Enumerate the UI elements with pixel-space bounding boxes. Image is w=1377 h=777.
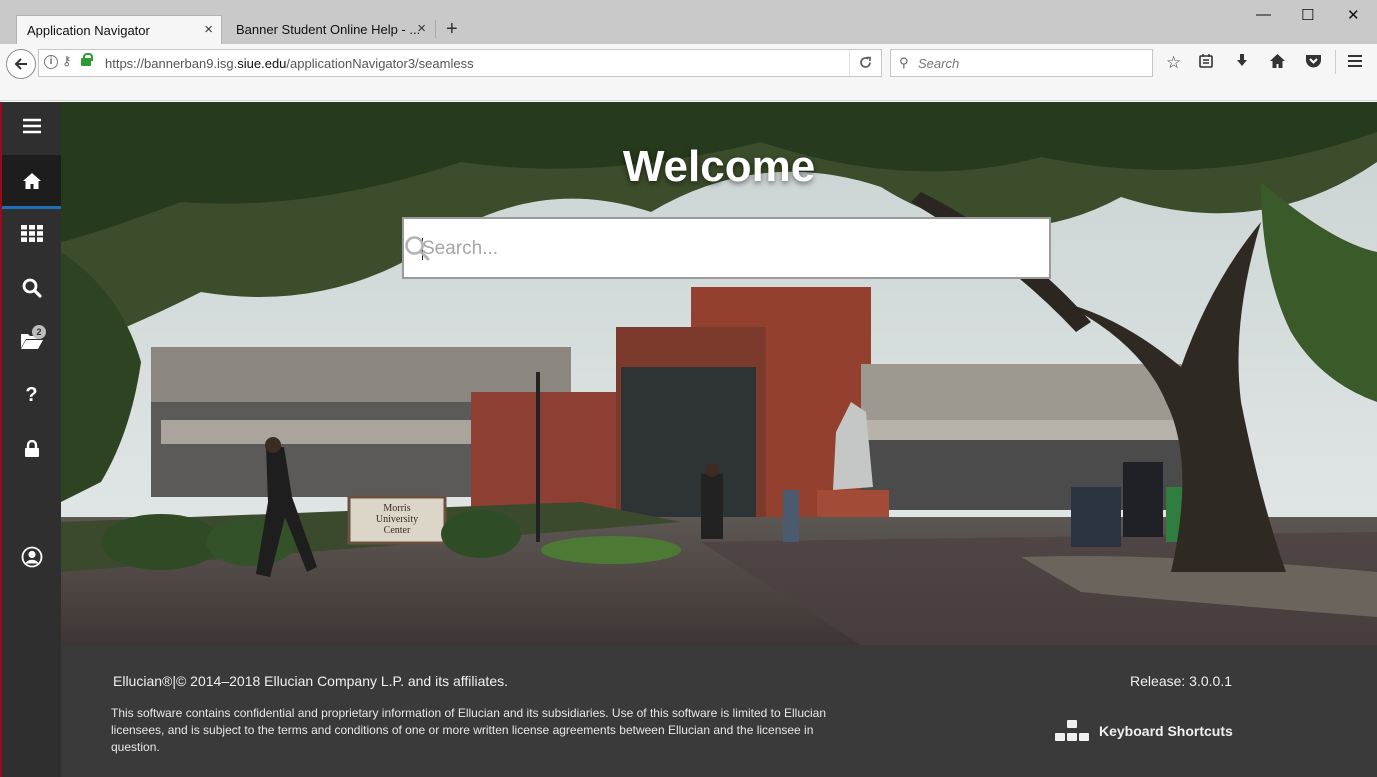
home-icon: [22, 172, 41, 189]
release-version: Release: 3.0.0.1: [1130, 673, 1232, 689]
pocket-icon[interactable]: [1305, 53, 1322, 74]
sign-line-1: Morris: [383, 503, 410, 514]
maximize-button[interactable]: ☐: [1301, 6, 1314, 24]
toolbar-divider: [1335, 50, 1336, 74]
question-icon: ?: [25, 383, 38, 406]
page-footer: Ellucian®|© 2014–2018 Ellucian Company L…: [61, 645, 1377, 777]
sidebar-applications-button[interactable]: [2, 209, 61, 257]
lock-icon[interactable]: [81, 53, 93, 66]
sidebar-help-button[interactable]: ?: [2, 371, 61, 419]
hamburger-icon: [22, 118, 41, 134]
reload-icon: [860, 56, 871, 68]
welcome-title: Welcome: [622, 142, 816, 191]
key-icon[interactable]: ⚷: [62, 53, 72, 69]
sidebar-menu-button[interactable]: [2, 102, 61, 150]
tab-application-navigator[interactable]: Application Navigator ×: [16, 15, 222, 44]
keyboard-icon: [1054, 718, 1090, 744]
welcome-hero-banner: Morris University Center Welcome: [61, 102, 1377, 645]
sign-line-3: Center: [384, 525, 411, 536]
close-tab-icon[interactable]: ×: [204, 22, 213, 38]
browser-search-field[interactable]: ⚲ Search: [890, 49, 1153, 77]
keyboard-shortcuts-link[interactable]: Keyboard Shortcuts: [1054, 718, 1233, 744]
close-window-button[interactable]: ✕: [1347, 6, 1360, 24]
copyright-text: Ellucian®|© 2014–2018 Ellucian Company L…: [113, 673, 508, 689]
download-icon[interactable]: [1234, 53, 1250, 74]
reader-icon[interactable]: [1198, 53, 1214, 74]
keyboard-shortcuts-label: Keyboard Shortcuts: [1099, 723, 1233, 739]
browser-search-placeholder: Search: [918, 56, 960, 71]
back-button[interactable]: [6, 49, 36, 79]
close-tab-icon[interactable]: ×: [417, 21, 426, 37]
browser-tab-strip: Application Navigator × Banner Student O…: [0, 0, 1377, 44]
app-sidebar: 2 ?: [0, 102, 61, 777]
info-icon[interactable]: i: [44, 55, 58, 69]
grid-icon: [20, 224, 43, 242]
search-icon: [22, 278, 42, 298]
reload-button[interactable]: [849, 50, 881, 76]
menu-icon[interactable]: [1347, 53, 1363, 74]
new-tab-button[interactable]: +: [446, 18, 458, 40]
tab-divider: [435, 20, 436, 38]
sidebar-search-button[interactable]: [2, 264, 61, 312]
legal-notice: This software contains confidential and …: [111, 706, 827, 754]
address-bar[interactable]: i ⚷ https://bannerban9.isg.siue.edu/appl…: [38, 49, 882, 77]
star-icon[interactable]: ☆: [1166, 53, 1181, 73]
application-search-input[interactable]: [422, 233, 962, 265]
recent-items-count-badge: 2: [32, 325, 46, 339]
lock-icon: [24, 440, 39, 457]
tab-label: Banner Student Online Help - ...: [236, 22, 421, 37]
sidebar-profile-button[interactable]: [2, 533, 61, 581]
tab-label: Application Navigator: [27, 22, 150, 38]
home-icon[interactable]: [1269, 53, 1286, 74]
search-icon: ⚲: [899, 55, 909, 70]
search-icon[interactable]: [404, 235, 430, 261]
user-icon: [21, 546, 42, 568]
sidebar-sign-out-button[interactable]: [2, 425, 61, 473]
browser-navigation-bar: i ⚷ https://bannerban9.isg.siue.edu/appl…: [0, 44, 1377, 101]
url-text[interactable]: https://bannerban9.isg.siue.edu/applicat…: [105, 56, 474, 71]
sidebar-home-button[interactable]: [2, 155, 61, 209]
sign-line-2: University: [376, 514, 418, 525]
back-arrow-icon: [14, 58, 27, 70]
application-search-box[interactable]: [402, 217, 1051, 279]
sidebar-recent-items-button[interactable]: 2: [2, 317, 61, 365]
tab-banner-student-help[interactable]: Banner Student Online Help - ... ×: [226, 15, 434, 44]
minimize-button[interactable]: —: [1256, 6, 1271, 23]
